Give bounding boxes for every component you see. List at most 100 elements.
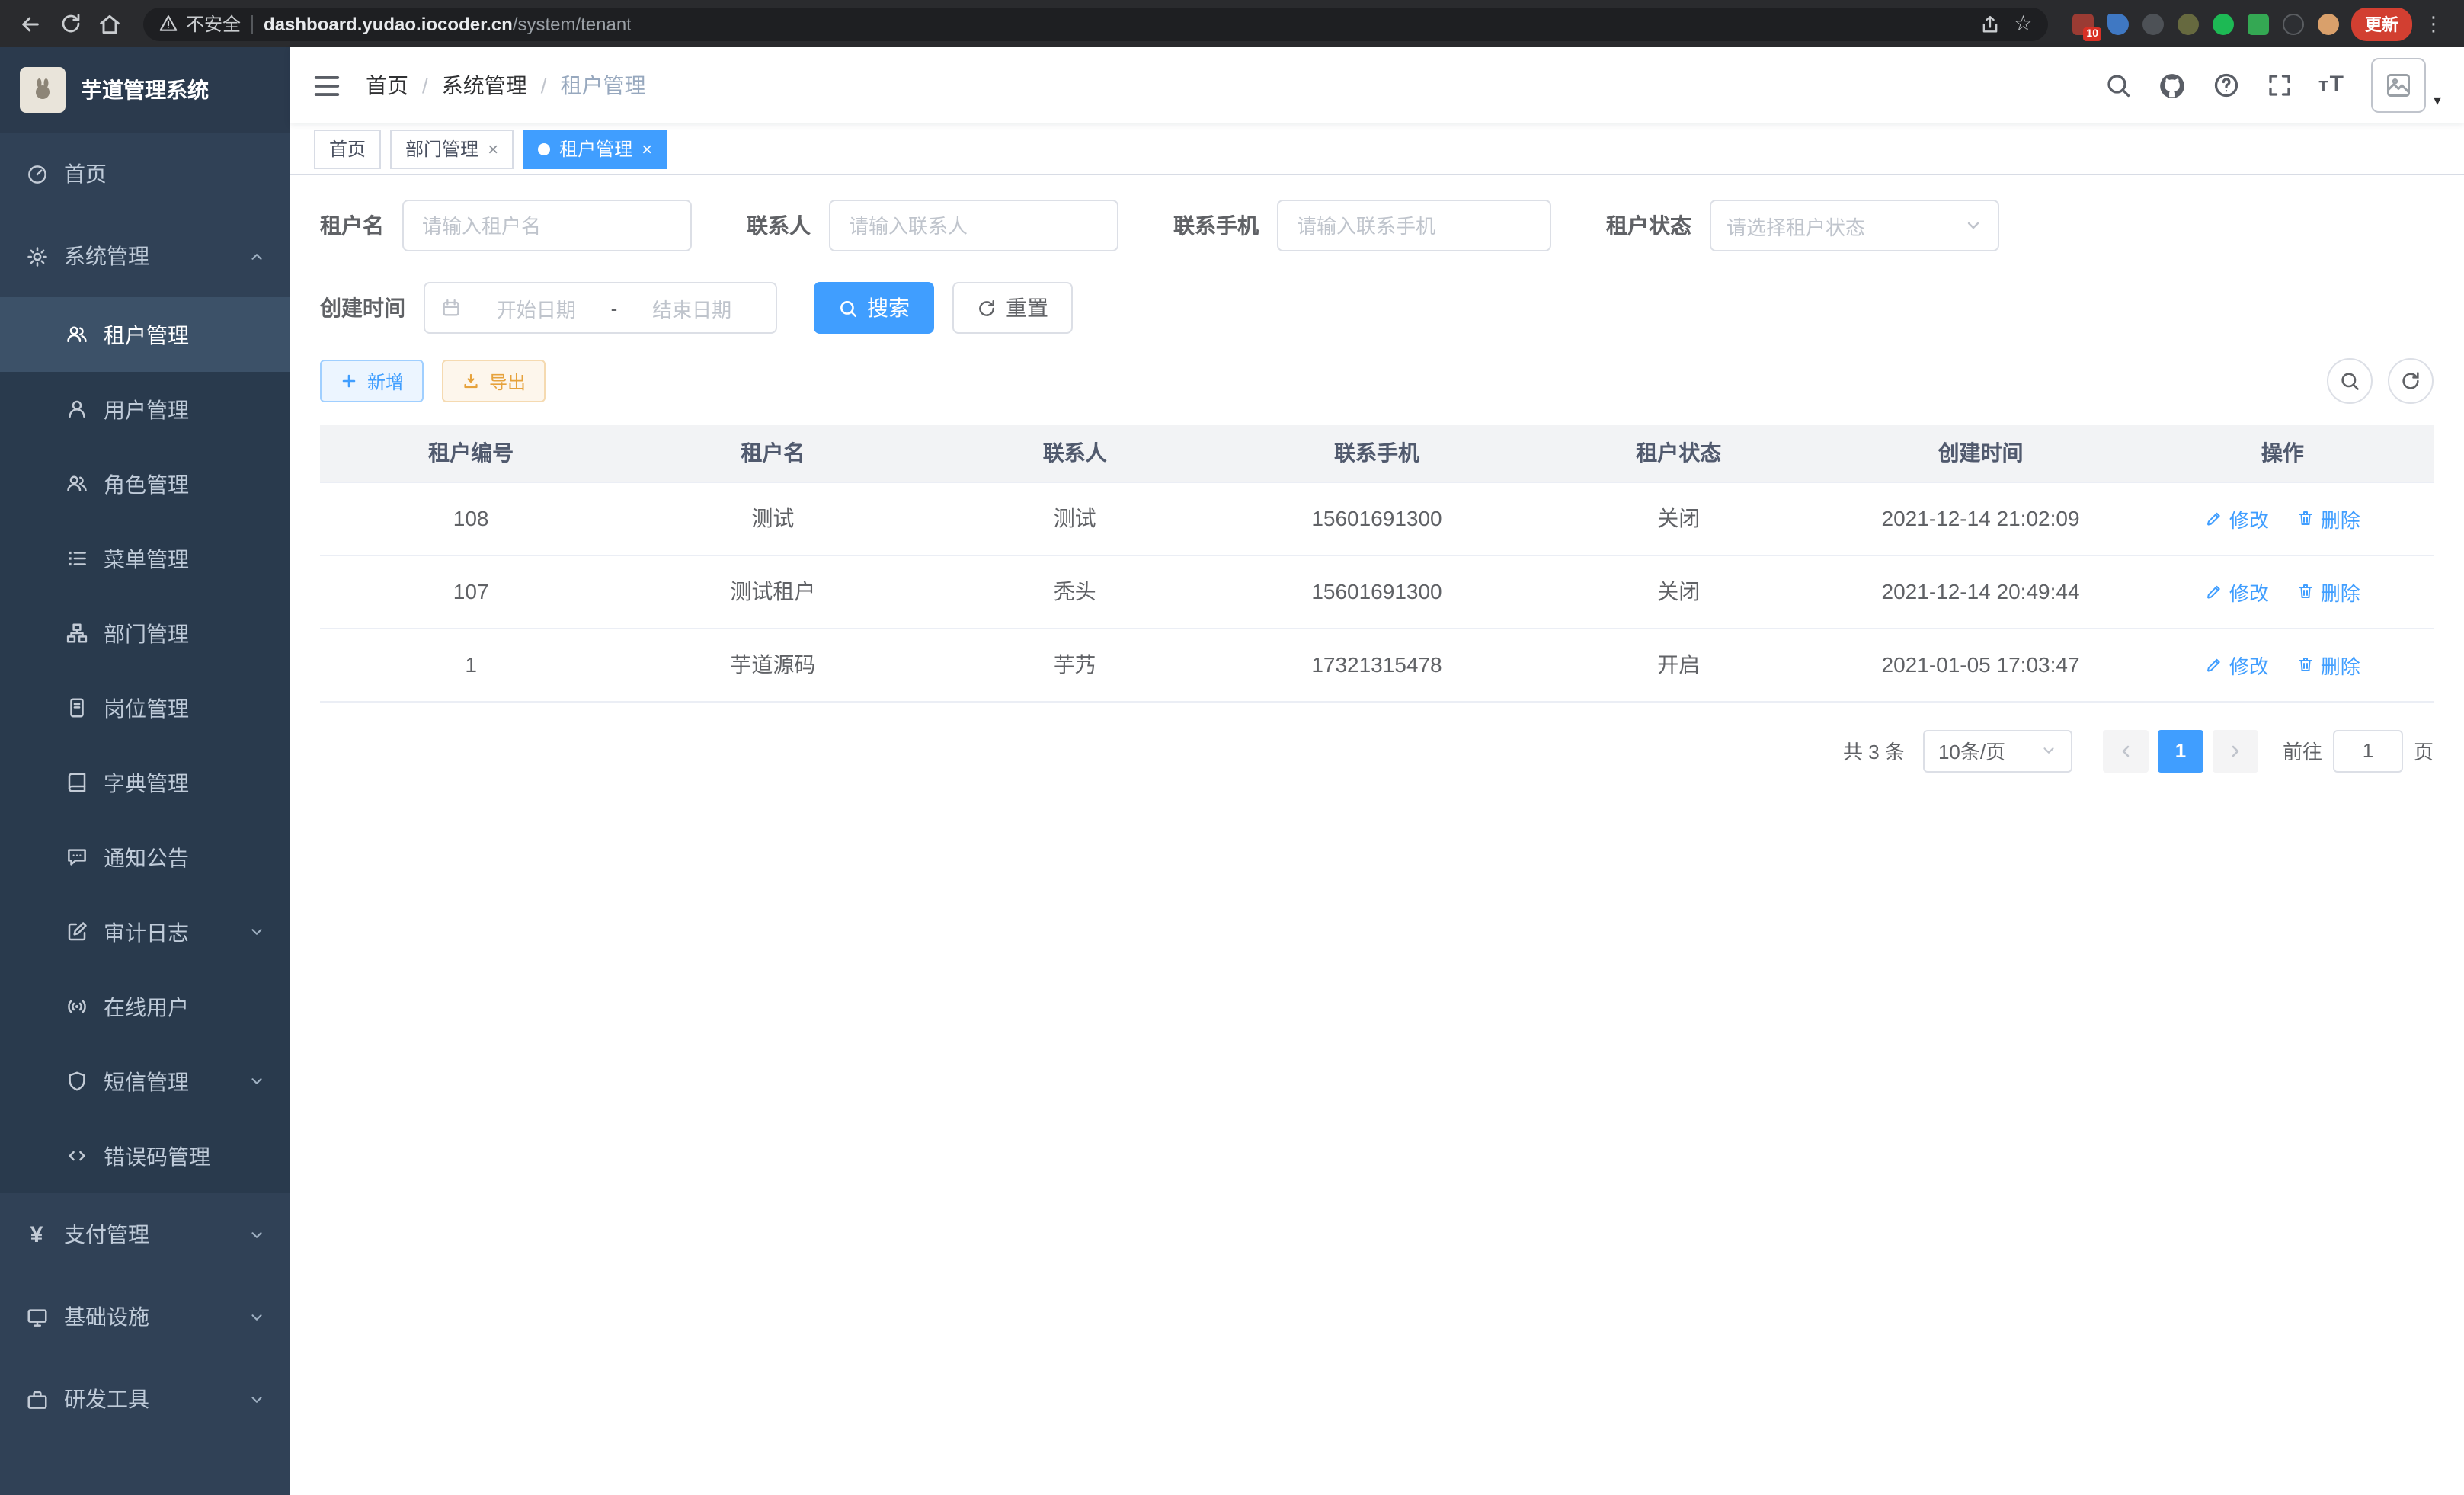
browser-chrome: 不安全 dashboard.yudao.iocoder.cn/system/te… [0, 0, 2464, 47]
total-count: 共 3 条 [1843, 736, 1905, 765]
cell-mobile: 17321315478 [1226, 628, 1528, 701]
sidebar-item-label: 基础设施 [64, 1301, 149, 1332]
sidebar-item-tenant[interactable]: 租户管理 [0, 297, 290, 372]
edit-action[interactable]: 修改 [2205, 504, 2269, 533]
delete-action[interactable]: 删除 [2296, 650, 2360, 679]
home-icon[interactable] [91, 5, 128, 42]
app-logo-row[interactable]: 芋道管理系统 [0, 47, 290, 133]
tenant-name-input[interactable] [402, 200, 692, 251]
create-time-label: 创建时间 [320, 293, 405, 323]
search-button[interactable]: 搜索 [814, 282, 934, 334]
cell-mobile: 15601691300 [1226, 555, 1528, 628]
add-button[interactable]: 新增 [320, 360, 424, 402]
extension-icon[interactable] [2248, 13, 2269, 34]
create-time-range[interactable]: 开始日期 - 结束日期 [424, 282, 777, 334]
sidebar-item-home[interactable]: 首页 [0, 133, 290, 215]
tab-home[interactable]: 首页 [314, 129, 381, 168]
column-header: 租户编号 [320, 425, 622, 482]
broken-image-icon [2385, 72, 2412, 99]
user-menu[interactable]: ▾ [2371, 58, 2441, 113]
sidebar-item-role[interactable]: 角色管理 [0, 447, 290, 521]
extension-badge: 10 [2083, 27, 2101, 40]
contact-input[interactable] [829, 200, 1118, 251]
chevron-down-icon [248, 924, 265, 940]
goto-page-input[interactable] [2333, 729, 2403, 772]
sidebar-menu: 首页 系统管理 租户管理 [0, 133, 290, 1495]
sidebar-item-label: 首页 [64, 158, 107, 189]
edit-action[interactable]: 修改 [2205, 650, 2269, 679]
sidebar-item-user[interactable]: 用户管理 [0, 372, 290, 447]
sidebar-item-system[interactable]: 系统管理 [0, 215, 290, 297]
sidebar: 芋道管理系统 首页 系统管理 [0, 47, 290, 1495]
tab-tenant[interactable]: 租户管理 × [523, 129, 667, 168]
sidebar-item-audit[interactable]: 审计日志 [0, 895, 290, 969]
export-button[interactable]: 导出 [442, 360, 546, 402]
tenant-status-select[interactable]: 请选择租户状态 [1710, 200, 1999, 251]
extensions-area: 10 [2063, 13, 2348, 34]
fullscreen-icon[interactable] [2265, 72, 2293, 99]
bookmark-star-icon[interactable]: ☆ [2014, 11, 2033, 37]
extension-icon[interactable] [2283, 13, 2304, 34]
address-bar[interactable]: 不安全 dashboard.yudao.iocoder.cn/system/te… [143, 7, 2048, 40]
search-icon [2339, 370, 2360, 392]
prev-page-button[interactable] [2103, 729, 2149, 772]
sidebar-item-infra[interactable]: 基础设施 [0, 1276, 290, 1358]
refresh-button[interactable] [2388, 358, 2434, 404]
toggle-search-button[interactable] [2327, 358, 2373, 404]
browser-menu-icon[interactable]: ⋮ [2415, 5, 2452, 42]
sidebar-item-errcode[interactable]: 错误码管理 [0, 1119, 290, 1193]
top-navbar: 首页 / 系统管理 / 租户管理 [290, 47, 2464, 123]
main-area: 首页 / 系统管理 / 租户管理 [290, 47, 2464, 1495]
screen: 不安全 dashboard.yudao.iocoder.cn/system/te… [0, 0, 2464, 1495]
edit-action[interactable]: 修改 [2205, 577, 2269, 606]
delete-action[interactable]: 删除 [2296, 577, 2360, 606]
reload-icon[interactable] [52, 5, 88, 42]
extension-icon[interactable] [2178, 13, 2199, 34]
goto-label: 前往 [2283, 736, 2322, 765]
column-header: 联系人 [924, 425, 1226, 482]
delete-action[interactable]: 删除 [2296, 504, 2360, 533]
mobile-input[interactable] [1277, 200, 1551, 251]
page-size-select[interactable]: 10条/页 [1923, 729, 2072, 772]
back-icon[interactable] [12, 5, 49, 42]
tab-dept[interactable]: 部门管理 × [390, 129, 514, 168]
help-icon[interactable] [2212, 72, 2239, 99]
tenant-name-label: 租户名 [320, 210, 384, 241]
sidebar-item-sms[interactable]: 短信管理 [0, 1044, 290, 1119]
close-icon[interactable]: × [642, 139, 652, 158]
breadcrumb: 首页 / 系统管理 / 租户管理 [366, 70, 646, 101]
extension-icon[interactable] [2213, 13, 2234, 34]
cell-contact: 秃头 [924, 555, 1226, 628]
breadcrumb-parent[interactable]: 系统管理 [442, 70, 527, 101]
extension-icon[interactable] [2107, 13, 2129, 34]
sidebar-item-online[interactable]: 在线用户 [0, 969, 290, 1044]
search-icon[interactable] [2104, 72, 2131, 99]
sidebar-item-dict[interactable]: 字典管理 [0, 745, 290, 820]
cell-status: 开启 [1528, 628, 1829, 701]
update-button[interactable]: 更新 [2351, 7, 2412, 40]
extension-icon[interactable]: 10 [2072, 13, 2094, 34]
reset-button[interactable]: 重置 [952, 282, 1073, 334]
font-size-icon[interactable]: TT [2318, 72, 2345, 99]
next-page-button[interactable] [2213, 729, 2258, 772]
page-number-1[interactable]: 1 [2158, 729, 2203, 772]
security-warning[interactable]: 不安全 [158, 11, 241, 37]
sidebar-toggle-icon[interactable] [312, 71, 341, 100]
sidebar-item-pay[interactable]: ¥ 支付管理 [0, 1193, 290, 1276]
share-icon[interactable] [1980, 13, 2002, 34]
sidebar-item-post[interactable]: 岗位管理 [0, 671, 290, 745]
refresh-icon [2400, 370, 2421, 392]
extension-icon[interactable] [2318, 13, 2339, 34]
sidebar-item-dept[interactable]: 部门管理 [0, 596, 290, 671]
close-icon[interactable]: × [488, 139, 498, 158]
shield-icon [64, 1069, 88, 1093]
extension-icon[interactable] [2142, 13, 2164, 34]
cell-contact: 测试 [924, 482, 1226, 555]
breadcrumb-home[interactable]: 首页 [366, 70, 408, 101]
avatar [2371, 58, 2426, 113]
github-icon[interactable] [2157, 71, 2186, 100]
org-tree-icon [64, 621, 88, 645]
sidebar-item-tool[interactable]: 研发工具 [0, 1358, 290, 1440]
sidebar-item-notice[interactable]: 通知公告 [0, 820, 290, 895]
sidebar-item-menu[interactable]: 菜单管理 [0, 521, 290, 596]
